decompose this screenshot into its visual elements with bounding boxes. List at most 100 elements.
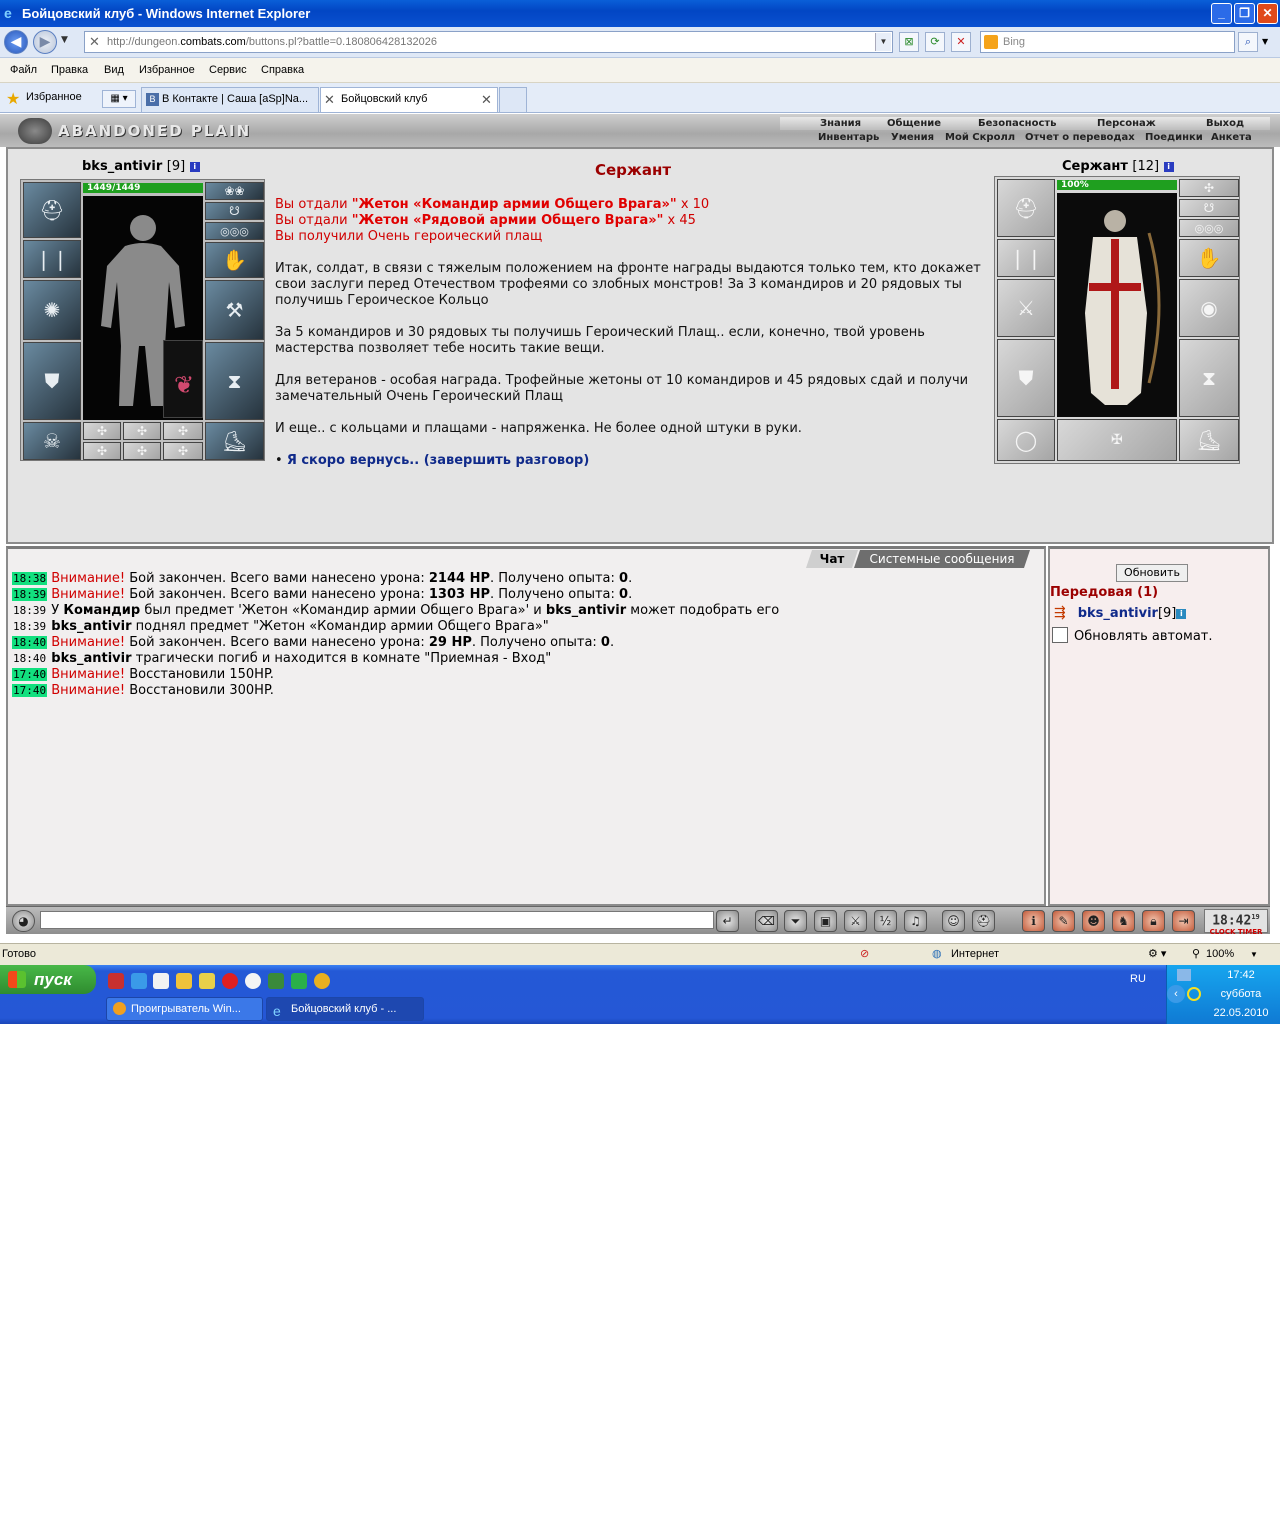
chat-mode-icon[interactable]: ◕ [12, 910, 35, 932]
lock-icon[interactable]: 🔒︎ [1142, 910, 1165, 932]
chat-bold[interactable]: bks_antivir [546, 603, 626, 618]
quicklaunch-icon[interactable] [291, 973, 307, 989]
belt-slot[interactable]: ☠ [23, 422, 81, 460]
taskbar-item-media-player[interactable]: Проигрыватель Win... [106, 997, 263, 1021]
room-player-name[interactable]: bks_antivir [1078, 606, 1158, 621]
nav-knowledge[interactable]: Знания [820, 117, 861, 130]
npc-necklace-slot[interactable]: ☋ [1179, 199, 1239, 217]
ring-slot-1[interactable]: ✣ [83, 422, 121, 440]
quicklaunch-icon[interactable] [153, 973, 169, 989]
nav-communication[interactable]: Общение [887, 117, 941, 130]
attack-icon[interactable]: ⇶ [1054, 605, 1066, 621]
npc-gloves-slot[interactable]: ✋ [1179, 239, 1239, 277]
npc-name[interactable]: Сержант [1062, 159, 1128, 174]
npc-weapon-slot[interactable]: ⚔ [997, 279, 1055, 337]
menu-tools[interactable]: Сервис [209, 58, 247, 83]
address-bar[interactable]: ✕ http://dungeon.combats.com/buttons.pl?… [84, 31, 893, 53]
quicklaunch-icon[interactable] [176, 973, 192, 989]
gloves-slot[interactable]: ✋ [205, 242, 264, 278]
end-conversation-link[interactable]: Я скоро вернусь.. (завершить разговор) [287, 453, 589, 468]
tab-close-icon[interactable]: ✕ [481, 88, 492, 111]
armor-slot[interactable]: ⛊ [23, 342, 81, 420]
info-icon[interactable]: i [1176, 609, 1187, 619]
menu-help[interactable]: Справка [261, 58, 304, 83]
chat-bold[interactable]: bks_antivir [51, 651, 131, 666]
offhand-slot[interactable]: ⚒ [205, 280, 264, 340]
chrome-icon[interactable] [314, 973, 330, 989]
opera-icon[interactable] [222, 973, 238, 989]
pet-slot[interactable]: ❦ [163, 340, 203, 418]
rune-slot-1[interactable]: ✣ [83, 442, 121, 460]
nav-fights[interactable]: Поединки [1145, 131, 1203, 144]
protected-mode-icon[interactable]: ⚙ ▾ [1148, 944, 1166, 965]
helmet-slot[interactable]: ⛑ [23, 182, 81, 238]
exit-icon[interactable]: ⇥ [1172, 910, 1195, 932]
fight-icon[interactable]: ⚔ [844, 910, 867, 932]
ring-slot-2[interactable]: ✣ [123, 422, 161, 440]
close-window-button[interactable]: ✕ [1257, 3, 1278, 24]
boots-slot[interactable]: ⛸ [205, 422, 264, 460]
tray-app-icon[interactable] [1187, 987, 1201, 1001]
zoom-level[interactable]: 100% [1206, 944, 1234, 965]
menu-favorites[interactable]: Избранное [139, 58, 195, 83]
npc-legs-slot[interactable]: ⧗ [1179, 339, 1239, 417]
npc-bracers-slot[interactable]: ❘❘ [997, 239, 1055, 277]
quicklaunch-icon[interactable] [199, 973, 215, 989]
friends-icon[interactable]: ☻ [1082, 910, 1105, 932]
forward-button[interactable]: ▶ [33, 30, 57, 54]
privacy-icon[interactable]: ⊘ [860, 944, 869, 965]
favorites-label[interactable]: Избранное [26, 91, 82, 103]
start-button[interactable]: пуск [0, 965, 96, 994]
chat-timestamp[interactable]: 18:38 [12, 572, 48, 585]
sound-icon[interactable]: ♫ [904, 910, 927, 932]
chat-bold[interactable]: 0 [619, 571, 628, 586]
quicklaunch-icon[interactable] [108, 973, 124, 989]
nav-profile[interactable]: Анкета [1211, 131, 1252, 144]
nav-security[interactable]: Безопасность [978, 117, 1057, 130]
npc-rings-slot[interactable]: ◎◎◎ [1179, 219, 1239, 237]
auto-refresh-checkbox[interactable] [1052, 627, 1068, 643]
tray-expand-icon[interactable]: ‹ [1167, 985, 1185, 1003]
refresh-icon[interactable]: ⟳ [925, 32, 945, 52]
menu-view[interactable]: Вид [104, 58, 124, 83]
chat-timestamp[interactable]: 17:40 [12, 668, 48, 681]
npc-armor-slot[interactable]: ⛊ [997, 339, 1055, 417]
search-button[interactable]: ⌕ [1238, 32, 1258, 52]
clear-icon[interactable]: ⌫ [755, 910, 778, 932]
zoom-dropdown-icon[interactable]: ▼ [1250, 944, 1258, 965]
npc-helmet-slot[interactable]: ⛑ [997, 179, 1055, 237]
menu-file[interactable]: Файл [10, 58, 37, 83]
nav-character[interactable]: Персонаж [1097, 117, 1156, 130]
nav-inventory[interactable]: Инвентарь [818, 131, 879, 144]
info-icon[interactable]: i [1163, 162, 1174, 172]
quill-icon[interactable]: ✎ [1052, 910, 1075, 932]
chat-timestamp[interactable]: 18:39 [12, 604, 47, 617]
npc-boots-slot[interactable]: ⛸ [1179, 419, 1239, 461]
chat-timestamp[interactable]: 17:40 [12, 684, 48, 697]
helmet-icon[interactable]: ⛑ [972, 910, 995, 932]
chat-timestamp[interactable]: 18:39 [12, 588, 48, 601]
npc-shield-slot[interactable]: ◉ [1179, 279, 1239, 337]
nav-exit[interactable]: Выход [1206, 117, 1244, 130]
new-tab-button[interactable] [499, 87, 527, 112]
chat-bold[interactable]: 29 HP [429, 635, 472, 650]
ie-quicklaunch-icon[interactable] [131, 973, 147, 989]
chat-bold[interactable]: 0 [619, 587, 628, 602]
send-icon[interactable]: ↵ [716, 910, 739, 932]
chat-bold[interactable]: Командир [63, 603, 140, 618]
bracers-slot[interactable]: ❘❘ [23, 240, 81, 278]
tab-fight-club[interactable]: ✕ Бойцовский клуб ✕ [320, 87, 498, 112]
nav-my-scroll[interactable]: Мой Скролл [945, 131, 1015, 144]
clock-time[interactable]: 17:42 [1203, 969, 1279, 981]
chat-timestamp[interactable]: 18:39 [12, 620, 47, 633]
earrings-slot[interactable]: ❀❀ [205, 182, 264, 200]
rings-slot[interactable]: ◎◎◎ [205, 222, 264, 240]
chat-bold[interactable]: 0 [601, 635, 610, 650]
search-input[interactable]: Bing [980, 31, 1235, 53]
ring-slot-3[interactable]: ✣ [163, 422, 203, 440]
npc-runes-slot[interactable]: ✠ [1057, 419, 1177, 461]
refresh-button[interactable]: Обновить [1116, 564, 1188, 582]
npc-earrings-slot[interactable]: ✣ [1179, 179, 1239, 197]
chat-bold[interactable]: 2144 HP [429, 571, 490, 586]
nav-skills[interactable]: Умения [891, 131, 934, 144]
